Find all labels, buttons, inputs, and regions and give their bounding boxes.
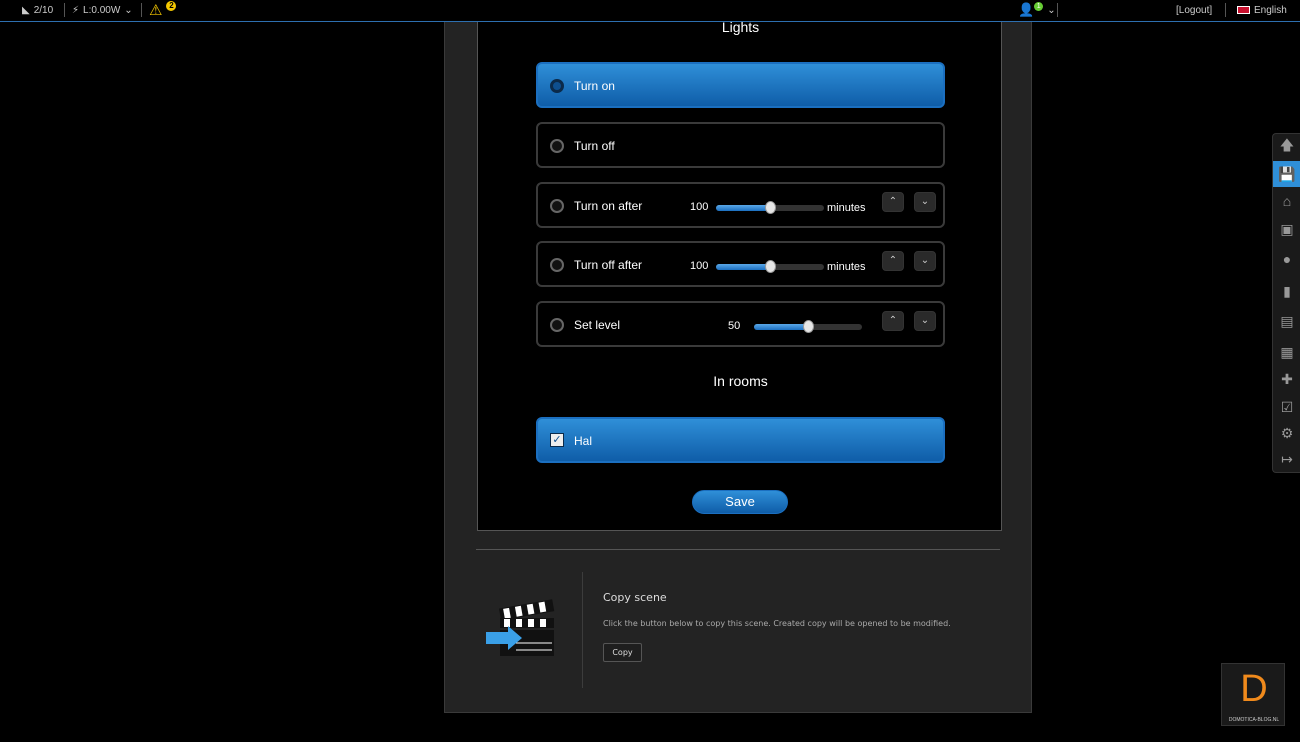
divider (476, 549, 1000, 550)
option-label: Set level (574, 318, 621, 332)
option-turn-off-after[interactable]: Turn off after 100 minutes ⌃ ⌄ (536, 241, 945, 287)
decrement-button[interactable]: ⌄ (914, 251, 936, 271)
minutes-slider[interactable] (716, 260, 824, 273)
chevron-down-icon: ⌄ (920, 315, 930, 326)
slider-handle[interactable] (765, 201, 776, 214)
logo-text: DOMOTICA-BLOG.NL (1228, 717, 1280, 723)
vertical-divider (582, 572, 583, 688)
checkbox[interactable]: ✓ (550, 433, 564, 447)
checkmark-icon: ✓ (552, 434, 562, 446)
level-slider[interactable] (754, 320, 862, 333)
arrow-up-icon[interactable]: 🡅 (1273, 134, 1300, 160)
chevron-down-icon: ⌄ (124, 4, 133, 16)
chevron-down-icon: ⌄ (920, 196, 930, 207)
devices-count: 2/10 (33, 4, 54, 16)
save-button[interactable]: Save (692, 490, 788, 514)
domotica-blog-logo: D DOMOTICA-BLOG.NL (1221, 663, 1285, 726)
warnings-indicator[interactable]: ⚠ 2 (149, 0, 177, 20)
decrement-button[interactable]: ⌄ (914, 311, 936, 331)
unit-label: minutes (827, 202, 866, 214)
option-turn-on-after[interactable]: Turn on after 100 minutes ⌃ ⌄ (536, 182, 945, 228)
devices-icon[interactable]: ▣ (1273, 216, 1300, 242)
logo-letter: D (1240, 668, 1268, 710)
scene-icon[interactable]: ▮ (1273, 278, 1300, 304)
slider-fill (716, 264, 770, 270)
device-icon: ◣ (22, 4, 30, 16)
gift-icon[interactable]: ▦ (1273, 339, 1300, 365)
option-set-level[interactable]: Set level 50 ⌃ ⌄ (536, 301, 945, 347)
warnings-badge: 2 (166, 1, 177, 11)
option-label: Turn off (574, 139, 615, 153)
right-toolbar: 🡅 💾 ⌂ ▣ ● ▮ ▤ ▦ ✚ ☑ ⚙ ↦ (1272, 133, 1300, 473)
option-turn-off[interactable]: Turn off (536, 122, 945, 168)
language-selector[interactable]: English (1237, 0, 1287, 20)
slider-handle[interactable] (803, 320, 814, 333)
copy-scene-title: Copy scene (603, 591, 667, 604)
home-icon[interactable]: ⌂ (1273, 188, 1300, 214)
radio-button[interactable] (550, 318, 564, 332)
radio-button[interactable] (550, 258, 564, 272)
radio-button[interactable] (550, 79, 564, 93)
option-label: Turn on after (574, 199, 643, 213)
option-label: Turn off after (574, 258, 643, 272)
radio-button[interactable] (550, 199, 564, 213)
chevron-up-icon: ⌃ (888, 315, 898, 326)
minutes-value: 100 (690, 260, 709, 272)
logout-label: [Logout] (1176, 4, 1213, 16)
increment-button[interactable]: ⌃ (882, 251, 904, 271)
user-icon: 👤 (1018, 2, 1035, 17)
radio-button[interactable] (550, 139, 564, 153)
lightbulb-icon[interactable]: ● (1273, 246, 1300, 272)
separator (64, 3, 65, 17)
copy-button[interactable]: Copy (603, 643, 642, 662)
user-menu[interactable]: 👤 1 ⌄ (1018, 0, 1056, 20)
increment-button[interactable]: ⌃ (882, 192, 904, 212)
separator (1225, 3, 1226, 17)
devices-indicator[interactable]: ◣ 2/10 (22, 0, 53, 20)
unit-label: minutes (827, 261, 866, 273)
separator (1057, 3, 1058, 17)
minutes-slider[interactable] (716, 201, 824, 214)
save-icon[interactable]: 💾 (1273, 161, 1300, 187)
rooms-heading: In rooms (713, 373, 768, 389)
chevron-up-icon: ⌃ (888, 255, 898, 266)
increment-button[interactable]: ⌃ (882, 311, 904, 331)
slider-fill (754, 324, 808, 330)
separator (141, 3, 142, 17)
chevron-up-icon: ⌃ (888, 196, 898, 207)
logout-link[interactable]: [Logout] (1176, 0, 1212, 20)
lights-heading: Lights (721, 19, 760, 35)
option-label: Turn on (574, 79, 615, 93)
calendar-check-icon[interactable]: ☑ (1273, 394, 1300, 420)
warning-icon: ⚠ (149, 2, 163, 19)
user-badge: 1 (1034, 1, 1044, 11)
lightning-icon: ⚡ (72, 4, 80, 16)
power-indicator[interactable]: ⚡ L:0.00W ⌄ (72, 0, 133, 20)
power-value: L:0.00W (83, 4, 121, 16)
decrement-button[interactable]: ⌄ (914, 192, 936, 212)
scene-editor-panel: Lights Turn on Turn off Turn on after 10… (477, 19, 1002, 531)
minutes-value: 100 (690, 201, 709, 213)
plugin-icon[interactable]: ✚ (1273, 366, 1300, 392)
language-label: English (1254, 4, 1287, 16)
room-hal[interactable]: ✓ Hal (536, 417, 945, 463)
chart-icon[interactable]: ▤ (1273, 308, 1300, 334)
uk-flag-icon (1237, 6, 1250, 14)
exit-icon[interactable]: ↦ (1273, 446, 1300, 472)
option-turn-on[interactable]: Turn on (536, 62, 945, 108)
chevron-down-icon: ⌄ (920, 255, 930, 266)
slider-handle[interactable] (765, 260, 776, 273)
chevron-down-icon: ⌄ (1047, 4, 1056, 16)
copy-scene-icon (486, 598, 558, 658)
copy-scene-description: Click the button below to copy this scen… (603, 619, 951, 628)
room-label: Hal (574, 434, 593, 448)
level-value: 50 (728, 320, 741, 332)
slider-fill (716, 205, 770, 211)
settings-icon[interactable]: ⚙ (1273, 420, 1300, 446)
